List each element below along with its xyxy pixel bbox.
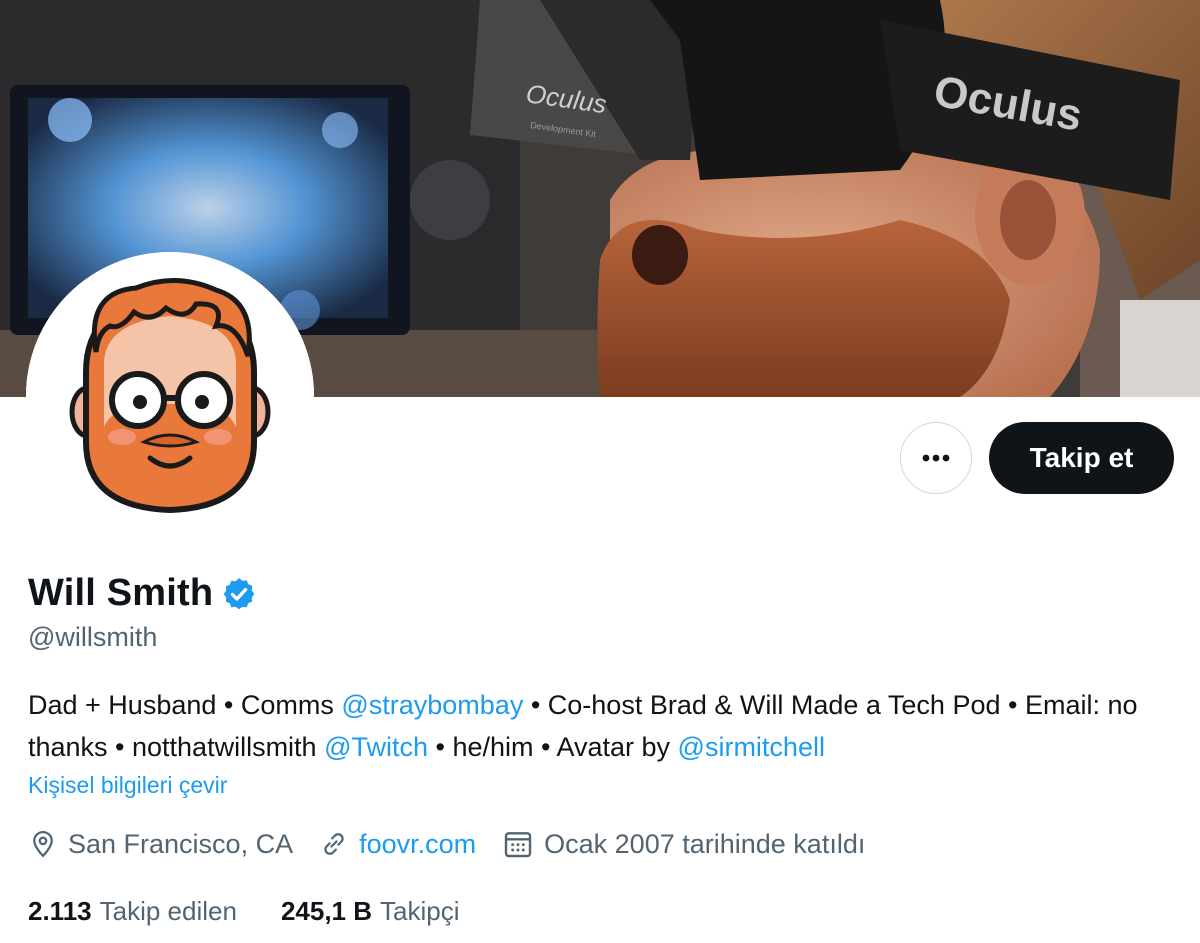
location-text: San Francisco, CA [68, 828, 294, 859]
mention-link[interactable]: @straybombay [341, 690, 523, 720]
followers-label: Takipçi [380, 896, 460, 926]
verified-badge-icon[interactable] [221, 576, 257, 612]
location-pin-icon [33, 830, 53, 858]
followers-count: 245,1 B [280, 896, 373, 926]
following-label: Takip edilen [99, 896, 237, 926]
profile-bio: Dad + Husband • Comms @straybombay • Co-… [28, 684, 1178, 768]
follow-button[interactable]: Takip et [989, 422, 1174, 494]
avatar-illustration [26, 252, 314, 540]
calendar-icon [504, 832, 532, 858]
location-item: San Francisco, CA [28, 829, 293, 860]
profile-name-row: Will Smith [28, 572, 257, 615]
mention-link[interactable]: @Twitch [324, 732, 428, 762]
profile-meta: San Francisco, CA foovr.com Ocak 2007 ta… [28, 828, 891, 860]
website-item[interactable]: foovr.com [319, 829, 476, 860]
bio-text: Dad + Husband • Comms [28, 690, 342, 720]
website-link[interactable]: foovr.com [359, 829, 476, 860]
joined-item: Ocak 2007 tarihinde katıldı [502, 828, 865, 860]
link-icon [324, 833, 344, 855]
joined-text: Ocak 2007 tarihinde katıldı [544, 828, 866, 859]
bio-text: • he/him • Avatar by [428, 732, 678, 762]
translate-bio-link[interactable]: Kişisel bilgileri çevir [28, 772, 227, 799]
mention-link[interactable]: @sirmitchell [678, 732, 825, 762]
following-count: 2.113 [28, 896, 92, 926]
following-stat[interactable]: 2.113 Takip edilen [28, 896, 237, 927]
profile-stats: 2.113 Takip edilen 245,1 B Takipçi [28, 896, 504, 927]
followers-stat[interactable]: 245,1 B Takipçi [281, 896, 460, 927]
profile-name: Will Smith [28, 572, 214, 614]
profile-handle: @willsmith [28, 622, 158, 652]
ellipsis-icon [922, 454, 950, 462]
more-options-button[interactable] [900, 422, 972, 494]
avatar[interactable] [26, 252, 314, 540]
